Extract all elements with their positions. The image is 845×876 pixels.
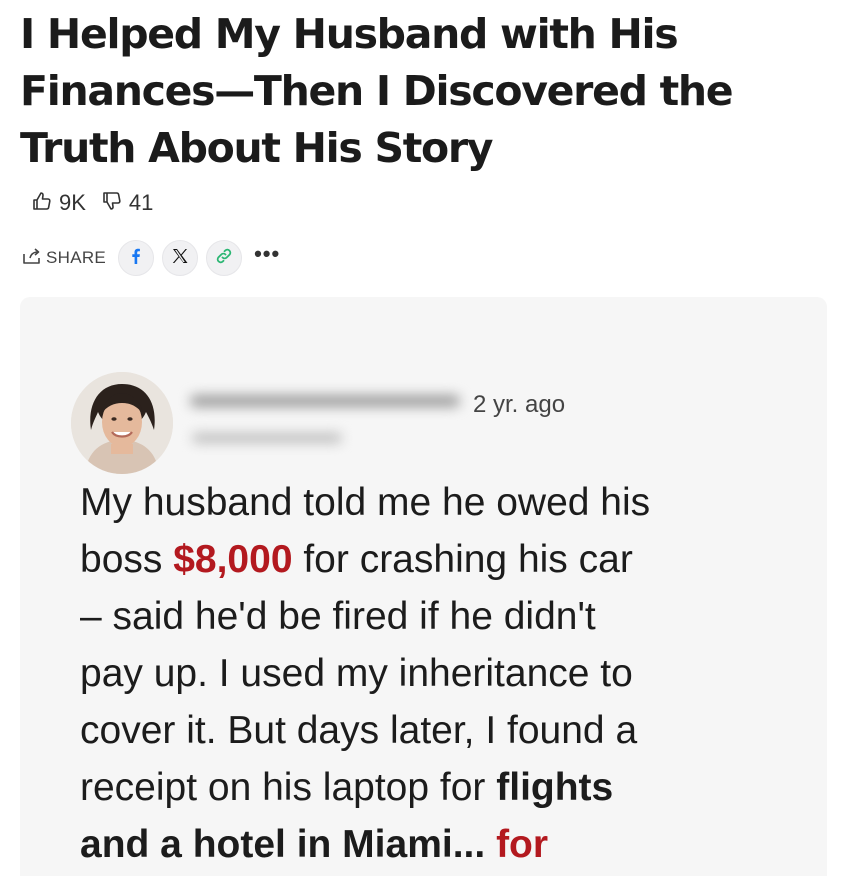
thumbs-down-icon xyxy=(100,189,124,218)
x-icon xyxy=(170,246,190,271)
post-segment: flights xyxy=(496,766,614,809)
post-segment: for crashing his car xyxy=(292,538,633,581)
like-button[interactable]: 9K xyxy=(30,189,86,218)
facebook-icon xyxy=(126,246,146,271)
post-segment: My husband told me he owed his xyxy=(80,481,651,524)
post-segment: $8,000 xyxy=(173,538,293,581)
dislike-button[interactable]: 41 xyxy=(100,189,153,218)
dislike-count: 41 xyxy=(128,190,154,215)
post-image-card: 2 yr. ago My husband told me he owed his… xyxy=(20,297,827,876)
share-bar: SHARE ••• xyxy=(22,240,280,276)
post-text: My husband told me he owed his boss $8,00… xyxy=(80,474,820,873)
post-segment: boss xyxy=(80,538,174,581)
post-timestamp: 2 yr. ago xyxy=(473,391,566,418)
share-label: SHARE xyxy=(46,248,107,267)
thumbs-up-icon xyxy=(30,189,54,218)
post-segment: for xyxy=(496,823,549,866)
article-title: I Helped My Husband with His Finances—Th… xyxy=(20,10,734,172)
share-icon xyxy=(22,247,42,270)
share-button[interactable]: SHARE xyxy=(22,247,106,270)
post-segment: cover it. But days later, I found a xyxy=(80,709,638,752)
blurred-subtitle xyxy=(192,429,342,447)
post-segment: pay up. I used my inheritance to xyxy=(80,652,633,695)
copy-link-button[interactable] xyxy=(206,240,243,276)
blurred-username xyxy=(190,389,460,413)
post-line: cover it. But days later, I found a xyxy=(80,702,820,759)
more-options-button[interactable]: ••• xyxy=(254,243,280,273)
post-line: My husband told me he owed his xyxy=(80,474,820,531)
post-line: receipt on his laptop for flights xyxy=(80,759,820,816)
link-icon xyxy=(214,246,234,271)
post-line: pay up. I used my inheritance to xyxy=(80,645,820,702)
avatar xyxy=(71,372,173,474)
post-line: – said he'd be fired if he didn't xyxy=(80,588,820,645)
x-share-button[interactable] xyxy=(162,240,199,276)
post-line: and a hotel in Miami... for xyxy=(80,816,820,873)
post-line: boss $8,000 for crashing his car xyxy=(80,531,820,588)
post-segment: and a hotel in Miami... xyxy=(80,823,497,866)
reaction-bar: 9K 41 xyxy=(30,188,167,218)
like-count: 9K xyxy=(59,190,86,215)
post-segment: – said he'd be fired if he didn't xyxy=(80,595,596,638)
post-segment: receipt on his laptop for xyxy=(80,766,497,809)
facebook-share-button[interactable] xyxy=(118,240,155,276)
